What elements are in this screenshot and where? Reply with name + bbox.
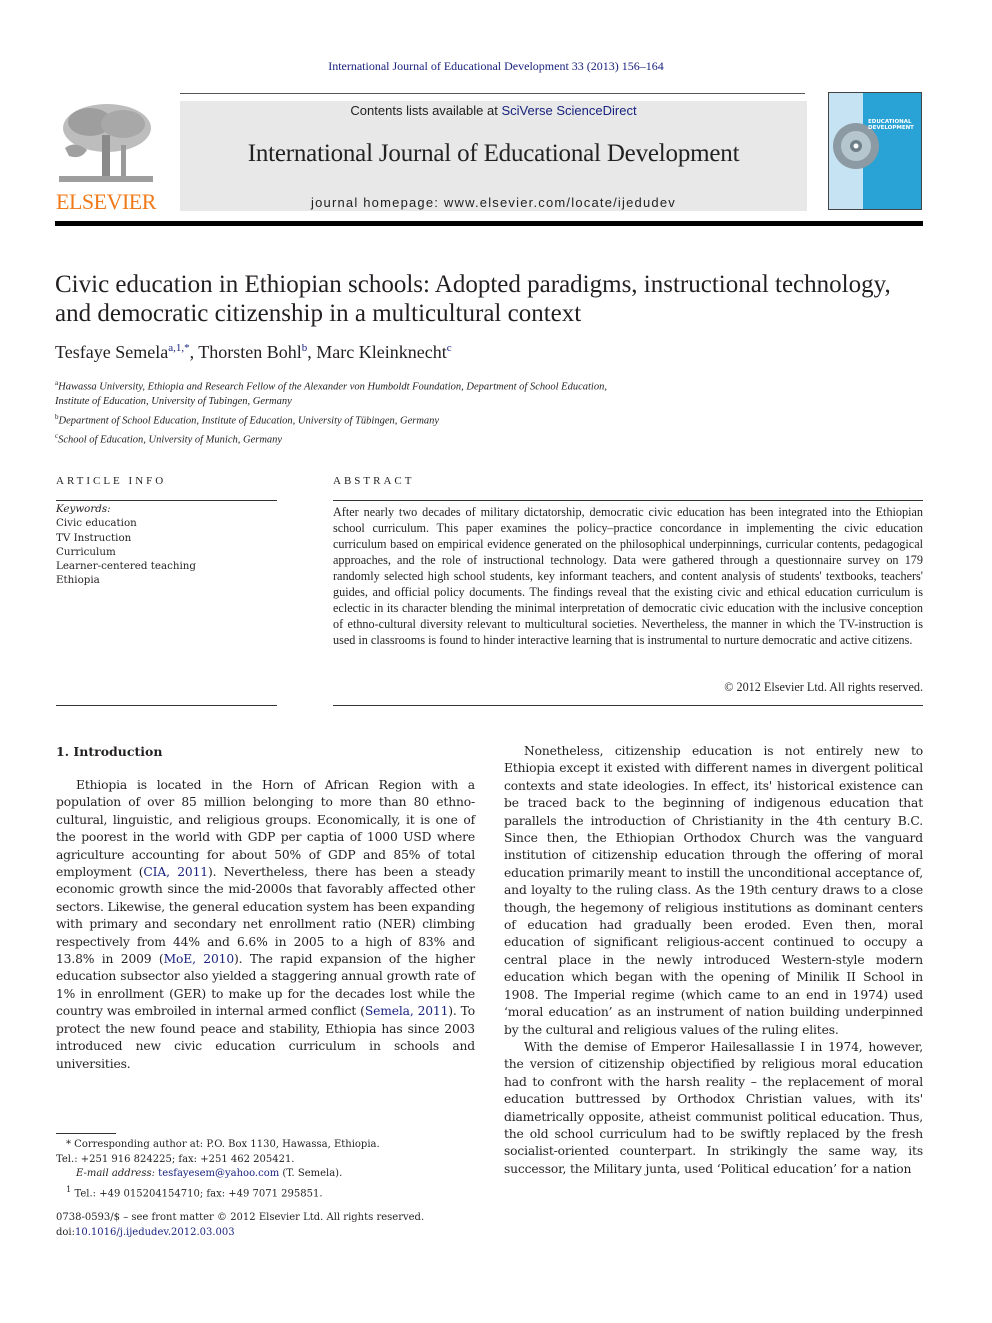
contents-prefix: Contents lists available at <box>350 103 502 118</box>
affiliations: aHawassa University, Ethiopia and Resear… <box>55 376 607 448</box>
footnote-1: 1 Tel.: +49 015204154710; fax: +49 7071 … <box>66 1183 323 1200</box>
footnotes: * Corresponding author at: P.O. Box 1130… <box>56 1138 476 1202</box>
cover-title: EDUCATIONAL DEVELOPMENT <box>868 119 914 131</box>
keyword: Ethiopia <box>56 574 100 587</box>
abstract-heading: ABSTRACT <box>333 475 415 487</box>
journal-homepage-link[interactable]: journal homepage: www.elsevier.com/locat… <box>180 195 807 210</box>
elsevier-wordmark: ELSEVIER <box>56 189 156 214</box>
body-paragraph: Nonetheless, citizenship education is no… <box>504 744 923 1037</box>
citation-link[interactable]: CIA, 2011 <box>143 865 208 879</box>
body-column-right: Nonetheless, citizenship education is no… <box>504 743 923 1178</box>
author-name[interactable]: Marc Kleinknecht <box>316 342 446 362</box>
footnote-rule <box>56 1133 116 1134</box>
sciencedirect-link[interactable]: SciVerse ScienceDirect <box>501 103 636 118</box>
journal-name: International Journal of Educational Dev… <box>247 140 740 167</box>
abstract-rule <box>333 500 923 501</box>
affiliation: bDepartment of School Education, Institu… <box>55 412 440 427</box>
citation-link[interactable]: MoE, 2010 <box>164 952 235 966</box>
header-rule <box>180 93 805 94</box>
keywords-label: Keywords: <box>56 503 111 515</box>
footnote-tel: Tel.: +251 916 824225; fax: +251 462 205… <box>56 1153 295 1165</box>
keywords-list: Keywords: Civic education TV Instruction… <box>56 502 196 588</box>
author-list: Tesfaye Semelaa,1,*, Thorsten Bohlb, Mar… <box>55 342 452 362</box>
author-name[interactable]: Thorsten Bohl <box>198 342 302 362</box>
affiliation: aHawassa University, Ethiopia and Resear… <box>55 379 607 393</box>
journal-cover-thumbnail[interactable]: EDUCATIONAL DEVELOPMENT <box>828 92 922 210</box>
keyword: Learner-centered teaching <box>56 560 197 573</box>
email-link[interactable]: tesfayesem@yahoo.com <box>158 1168 279 1179</box>
author-marks[interactable]: b <box>302 342 308 354</box>
doi-line: doi:10.1016/j.ijedudev.2012.03.003 <box>56 1226 235 1238</box>
keyword: Curriculum <box>56 545 116 558</box>
journal-banner: Contents lists available at SciVerse Sci… <box>180 101 807 211</box>
section-heading-introduction: 1. Introduction <box>56 744 163 759</box>
keyword: TV Instruction <box>56 531 132 544</box>
article-info-bottom-rule <box>56 705 277 706</box>
author-marks[interactable]: a,1,* <box>168 342 189 354</box>
abstract-text: After nearly two decades of military dic… <box>333 505 923 647</box>
affiliation-continued: Institute of Education, University of Tu… <box>55 396 292 407</box>
journal-citation-link[interactable]: International Journal of Educational Dev… <box>0 59 992 74</box>
front-matter: 0738-0593/$ – see front matter © 2012 El… <box>56 1211 476 1240</box>
abstract-bottom-rule <box>333 705 923 706</box>
body-column-left: Ethiopia is located in the Horn of Afric… <box>56 777 475 1073</box>
body-paragraph: Ethiopia is located in the Horn of Afric… <box>56 778 475 1071</box>
article-info-rule <box>56 500 277 501</box>
footnote-corresponding: * Corresponding author at: P.O. Box 1130… <box>66 1139 380 1150</box>
body-paragraph: With the demise of Emperor Hailesallassi… <box>504 1039 923 1176</box>
doi-link[interactable]: 10.1016/j.ijedudev.2012.03.003 <box>75 1227 235 1238</box>
author-marks[interactable]: c <box>447 342 452 354</box>
footnote-email: E-mail address: tesfayesem@yahoo.com (T.… <box>76 1168 343 1180</box>
contents-line: Contents lists available at SciVerse Sci… <box>180 103 807 118</box>
keyword: Civic education <box>56 517 137 530</box>
article-title: Civic education in Ethiopian schools: Ad… <box>55 271 891 327</box>
front-matter-text: 0738-0593/$ – see front matter © 2012 El… <box>56 1212 425 1223</box>
header-thick-rule <box>55 221 923 226</box>
author-name[interactable]: Tesfaye Semela <box>55 342 168 362</box>
citation-link[interactable]: Semela, 2011 <box>365 1004 449 1018</box>
affiliation: cSchool of Education, University of Muni… <box>55 431 283 446</box>
elsevier-tree-icon <box>59 104 153 182</box>
abstract-copyright: © 2012 Elsevier Ltd. All rights reserved… <box>724 680 923 694</box>
article-info-heading: ARTICLE INFO <box>56 475 167 487</box>
elsevier-logo[interactable]: ELSEVIER <box>55 100 157 215</box>
